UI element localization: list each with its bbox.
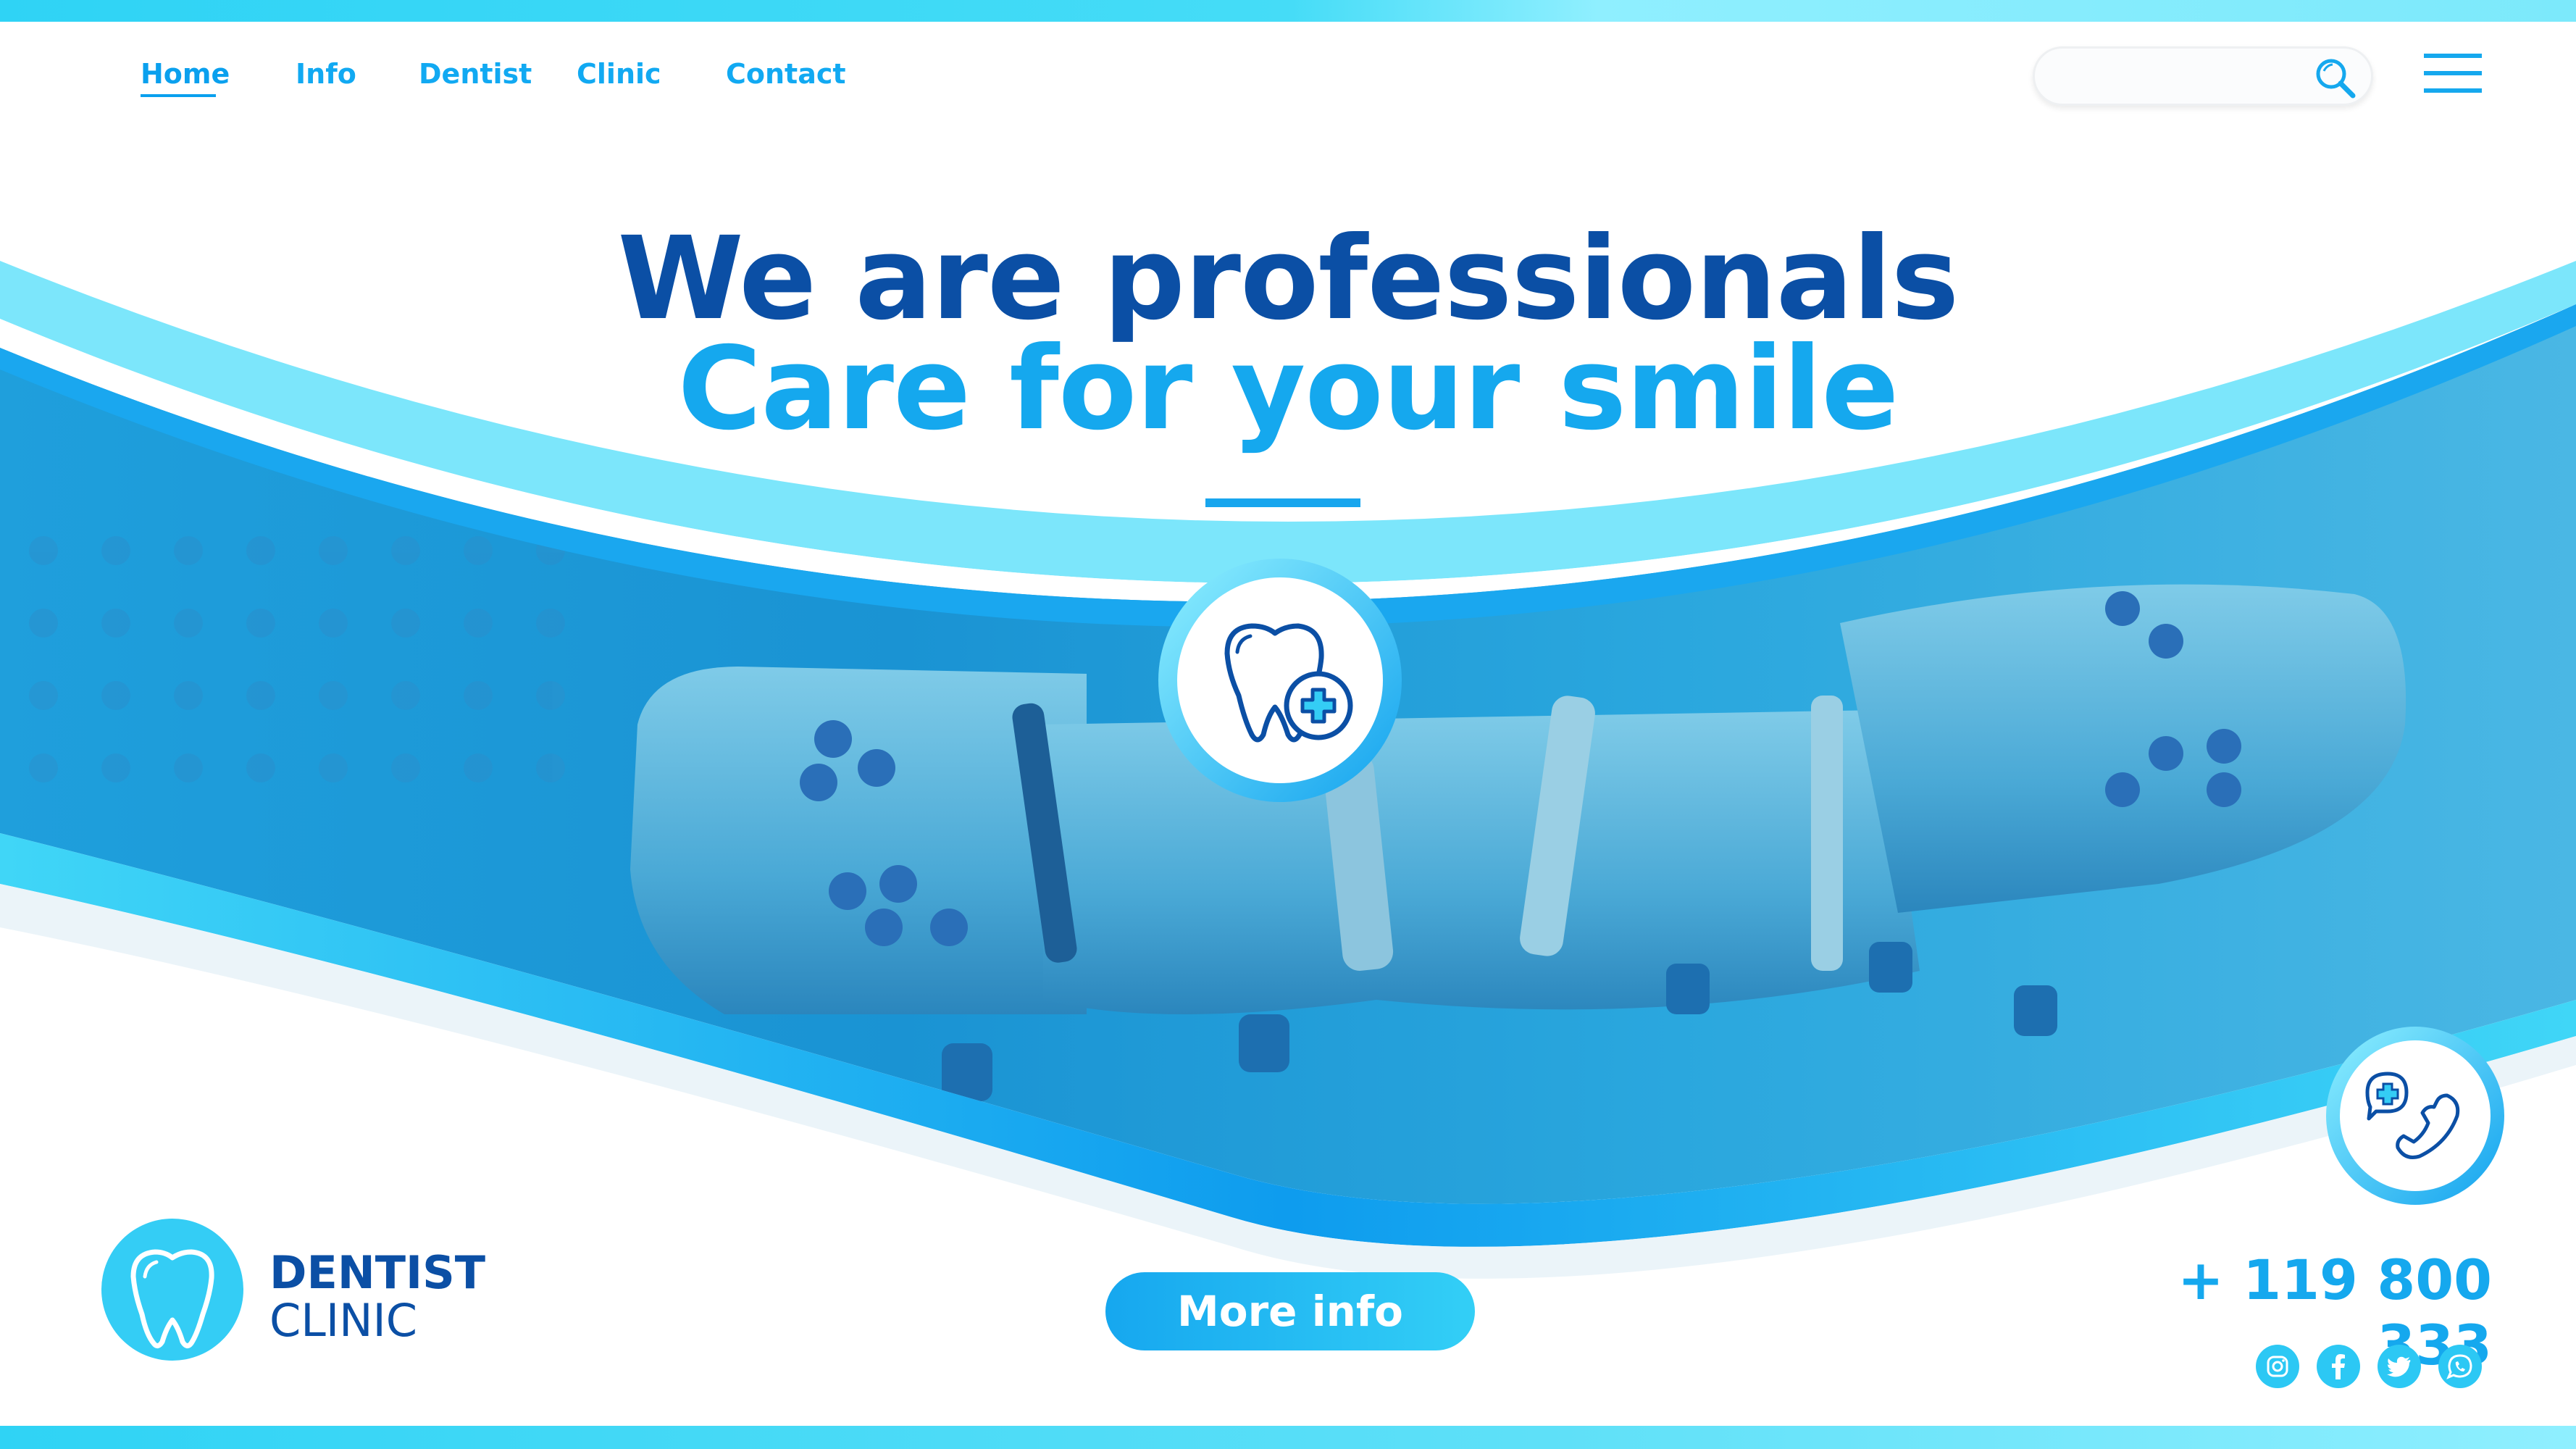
instagram-icon[interactable] (2256, 1345, 2299, 1388)
tooth-plus-icon (1158, 559, 1402, 802)
hero-subheadline: Care for your smile (677, 322, 1899, 456)
twitter-icon[interactable] (2378, 1345, 2421, 1388)
more-info-button[interactable]: More info (1105, 1272, 1475, 1350)
tooth-plus-badge (1158, 558, 1402, 803)
hamburger-menu-icon[interactable] (2424, 51, 2482, 96)
logo-subtitle: CLINIC (269, 1294, 418, 1347)
facebook-icon[interactable] (2317, 1345, 2360, 1388)
nav-home[interactable]: Home (141, 52, 230, 96)
nav-active-underline (141, 94, 216, 97)
phone-medical-icon[interactable] (2325, 1026, 2505, 1206)
nav-dentist[interactable]: Dentist (419, 52, 532, 96)
search-input[interactable] (2057, 55, 2307, 97)
bottom-accent-bar (0, 1426, 2576, 1449)
logo-title: DENTIST (269, 1246, 486, 1299)
search-icon[interactable] (2312, 55, 2359, 101)
headline-divider (1205, 498, 1360, 507)
logo[interactable] (101, 1219, 243, 1361)
nav-clinic[interactable]: Clinic (577, 52, 661, 96)
nav-info[interactable]: Info (296, 52, 356, 96)
whatsapp-icon[interactable] (2438, 1345, 2482, 1388)
nav-contact[interactable]: Contact (726, 52, 846, 96)
tooth-icon (130, 1249, 214, 1348)
